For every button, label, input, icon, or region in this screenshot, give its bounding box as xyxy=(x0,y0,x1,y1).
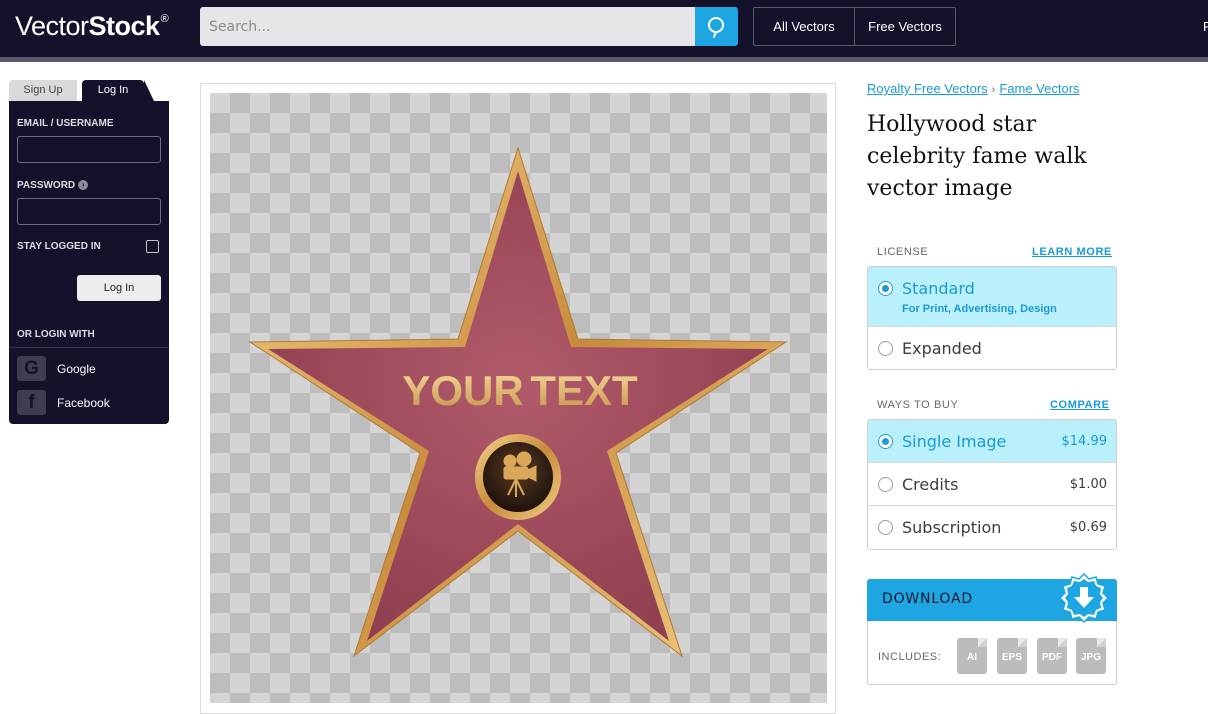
license-name-expanded: Expanded xyxy=(902,339,982,358)
compare-link[interactable]: COMPARE xyxy=(1050,399,1110,411)
buy-name-subscription: Subscription xyxy=(902,518,1002,537)
breadcrumb-fame-vectors[interactable]: Fame Vectors xyxy=(999,81,1079,96)
nav-all-vectors[interactable]: All Vectors xyxy=(754,8,855,45)
breadcrumb: Royalty Free Vectors › Fame Vectors xyxy=(867,81,1080,96)
license-option-standard[interactable]: Standard For Print, Advertising, Design xyxy=(868,267,1116,327)
or-login-with-label: OR LOGIN WITH xyxy=(17,329,95,340)
breadcrumb-separator: › xyxy=(991,84,996,96)
license-options: Standard For Print, Advertising, Design … xyxy=(867,266,1117,370)
star-image[interactable]: YOUR TEXT xyxy=(210,93,827,703)
radio-standard[interactable] xyxy=(878,281,893,296)
license-option-expanded[interactable]: Expanded xyxy=(868,327,1116,369)
search-icon xyxy=(708,17,724,38)
facebook-login-button[interactable]: f Facebook xyxy=(17,390,110,415)
buy-name-single-image: Single Image xyxy=(902,432,1007,451)
format-ai-icon: AI xyxy=(957,638,987,674)
buy-price-subscription: $0.69 xyxy=(1069,520,1107,535)
star-text-text: TEXT xyxy=(530,367,638,414)
google-login-button[interactable]: G Google xyxy=(17,356,96,381)
includes-label: INCLUDES: xyxy=(878,651,942,663)
social-divider xyxy=(9,347,169,348)
password-help-icon[interactable]: › xyxy=(78,180,89,191)
vector-type-nav: All Vectors Free Vectors xyxy=(753,7,956,46)
buy-price-credits: $1.00 xyxy=(1069,477,1107,492)
password-label: PASSWORD xyxy=(17,180,76,191)
logo-text-bold: Stock xyxy=(88,11,161,41)
logo-registered-mark: ® xyxy=(160,13,169,25)
buy-option-credits[interactable]: Credits $1.00 xyxy=(868,463,1116,506)
nav-overflow-item[interactable]: F xyxy=(1203,19,1208,34)
stay-logged-in-label: STAY LOGGED IN xyxy=(17,241,101,252)
page-title: Hollywood star celebrity fame walk vecto… xyxy=(867,112,1087,201)
stay-logged-in-checkbox[interactable] xyxy=(146,240,159,253)
buy-price-single-image: $14.99 xyxy=(1061,434,1108,449)
download-label: DOWNLOAD xyxy=(882,591,973,607)
radio-credits[interactable] xyxy=(878,477,893,492)
radio-expanded[interactable] xyxy=(878,341,893,356)
download-panel: DOWNLOAD INCLUDES: AI EPS PDF JPG xyxy=(867,572,1117,685)
radio-single-image[interactable] xyxy=(878,434,893,449)
ways-to-buy-label: WAYS TO BUY xyxy=(877,399,959,411)
download-arrow-icon xyxy=(1058,572,1110,624)
facebook-login-label: Facebook xyxy=(57,395,110,410)
purchase-options: Single Image $14.99 Credits $1.00 Subscr… xyxy=(867,419,1117,550)
password-field[interactable] xyxy=(17,198,161,225)
vectorstock-logo[interactable]: VectorStock® xyxy=(15,11,169,42)
email-field[interactable] xyxy=(17,136,161,163)
format-eps-icon: EPS xyxy=(997,638,1027,674)
format-jpg-icon: JPG xyxy=(1076,638,1106,674)
buy-option-subscription[interactable]: Subscription $0.69 xyxy=(868,506,1116,549)
header-divider xyxy=(0,57,1208,62)
license-label: LICENSE xyxy=(877,246,929,258)
star-text-your: YOUR xyxy=(402,367,523,414)
log-in-button[interactable]: Log In xyxy=(77,275,161,301)
search-button[interactable] xyxy=(695,7,738,46)
facebook-icon: f xyxy=(17,390,46,415)
license-name-standard: Standard xyxy=(902,279,975,298)
google-login-label: Google xyxy=(57,361,96,376)
login-panel: EMAIL / USERNAME PASSWORD › STAY LOGGED I… xyxy=(9,101,169,424)
search-input[interactable] xyxy=(200,7,696,46)
tab-log-in[interactable]: Log In xyxy=(82,80,154,101)
buy-name-credits: Credits xyxy=(902,475,959,494)
logo-text-regular: Vector xyxy=(15,11,89,41)
email-label: EMAIL / USERNAME xyxy=(17,118,114,129)
breadcrumb-royalty-free-vectors[interactable]: Royalty Free Vectors xyxy=(867,81,988,96)
buy-option-single-image[interactable]: Single Image $14.99 xyxy=(868,420,1116,463)
radio-subscription[interactable] xyxy=(878,520,893,535)
license-sub-standard: For Print, Advertising, Design xyxy=(902,303,1057,315)
learn-more-link[interactable]: LEARN MORE xyxy=(1032,246,1112,258)
google-icon: G xyxy=(17,356,46,381)
format-pdf-icon: PDF xyxy=(1037,638,1067,674)
password-label-row: PASSWORD › xyxy=(17,180,89,191)
nav-free-vectors[interactable]: Free Vectors xyxy=(855,8,955,45)
tab-sign-up[interactable]: Sign Up xyxy=(9,80,77,101)
